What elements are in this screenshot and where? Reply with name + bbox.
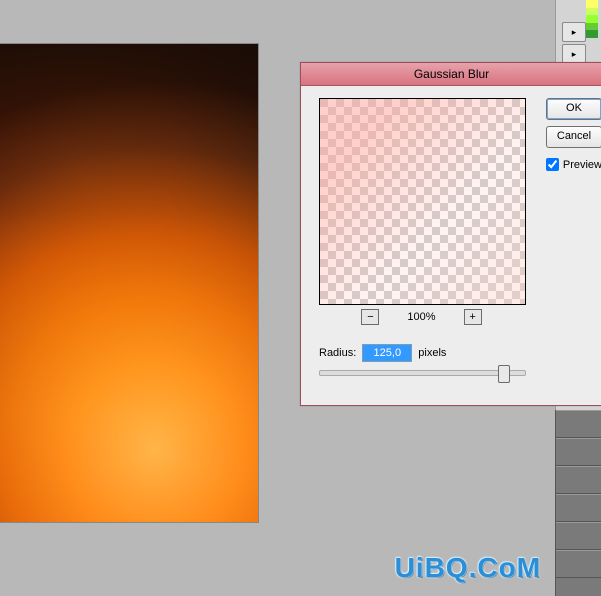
panel-button-b[interactable]: ▸ [562,44,586,64]
radius-row: Radius: pixels [319,344,446,362]
radius-slider[interactable] [319,370,526,376]
panel-button-a[interactable]: ▸ [562,22,586,42]
gaussian-blur-dialog: Gaussian Blur − 100% + Radius: pixels OK… [300,62,601,406]
zoom-out-button[interactable]: − [361,309,379,325]
radius-label: Radius: [319,347,356,359]
workspace: ▸ ▸ Gaussian Blur − 100% + Radius: pixel… [0,0,601,596]
radius-unit: pixels [418,347,446,359]
dialog-body: − 100% + Radius: pixels OK Cancel Previe… [301,86,601,110]
ok-button[interactable]: OK [546,98,601,120]
zoom-controls: − 100% + [319,308,524,326]
preview-checkbox-label: Preview [563,159,601,171]
canvas-image[interactable] [0,44,258,522]
swatches-column[interactable] [586,0,598,38]
zoom-percent-label: 100% [407,311,435,323]
layers-panel-collapsed[interactable] [555,410,601,596]
preview-checkbox-row[interactable]: Preview [546,158,601,171]
filter-preview[interactable] [319,98,526,305]
radius-input[interactable] [362,344,412,362]
radius-slider-thumb[interactable] [498,365,510,383]
watermark-text: UiBQ.CoM [395,552,541,584]
dialog-title[interactable]: Gaussian Blur [301,63,601,86]
cancel-button[interactable]: Cancel [546,126,601,148]
preview-checkbox[interactable] [546,158,559,171]
zoom-in-button[interactable]: + [464,309,482,325]
